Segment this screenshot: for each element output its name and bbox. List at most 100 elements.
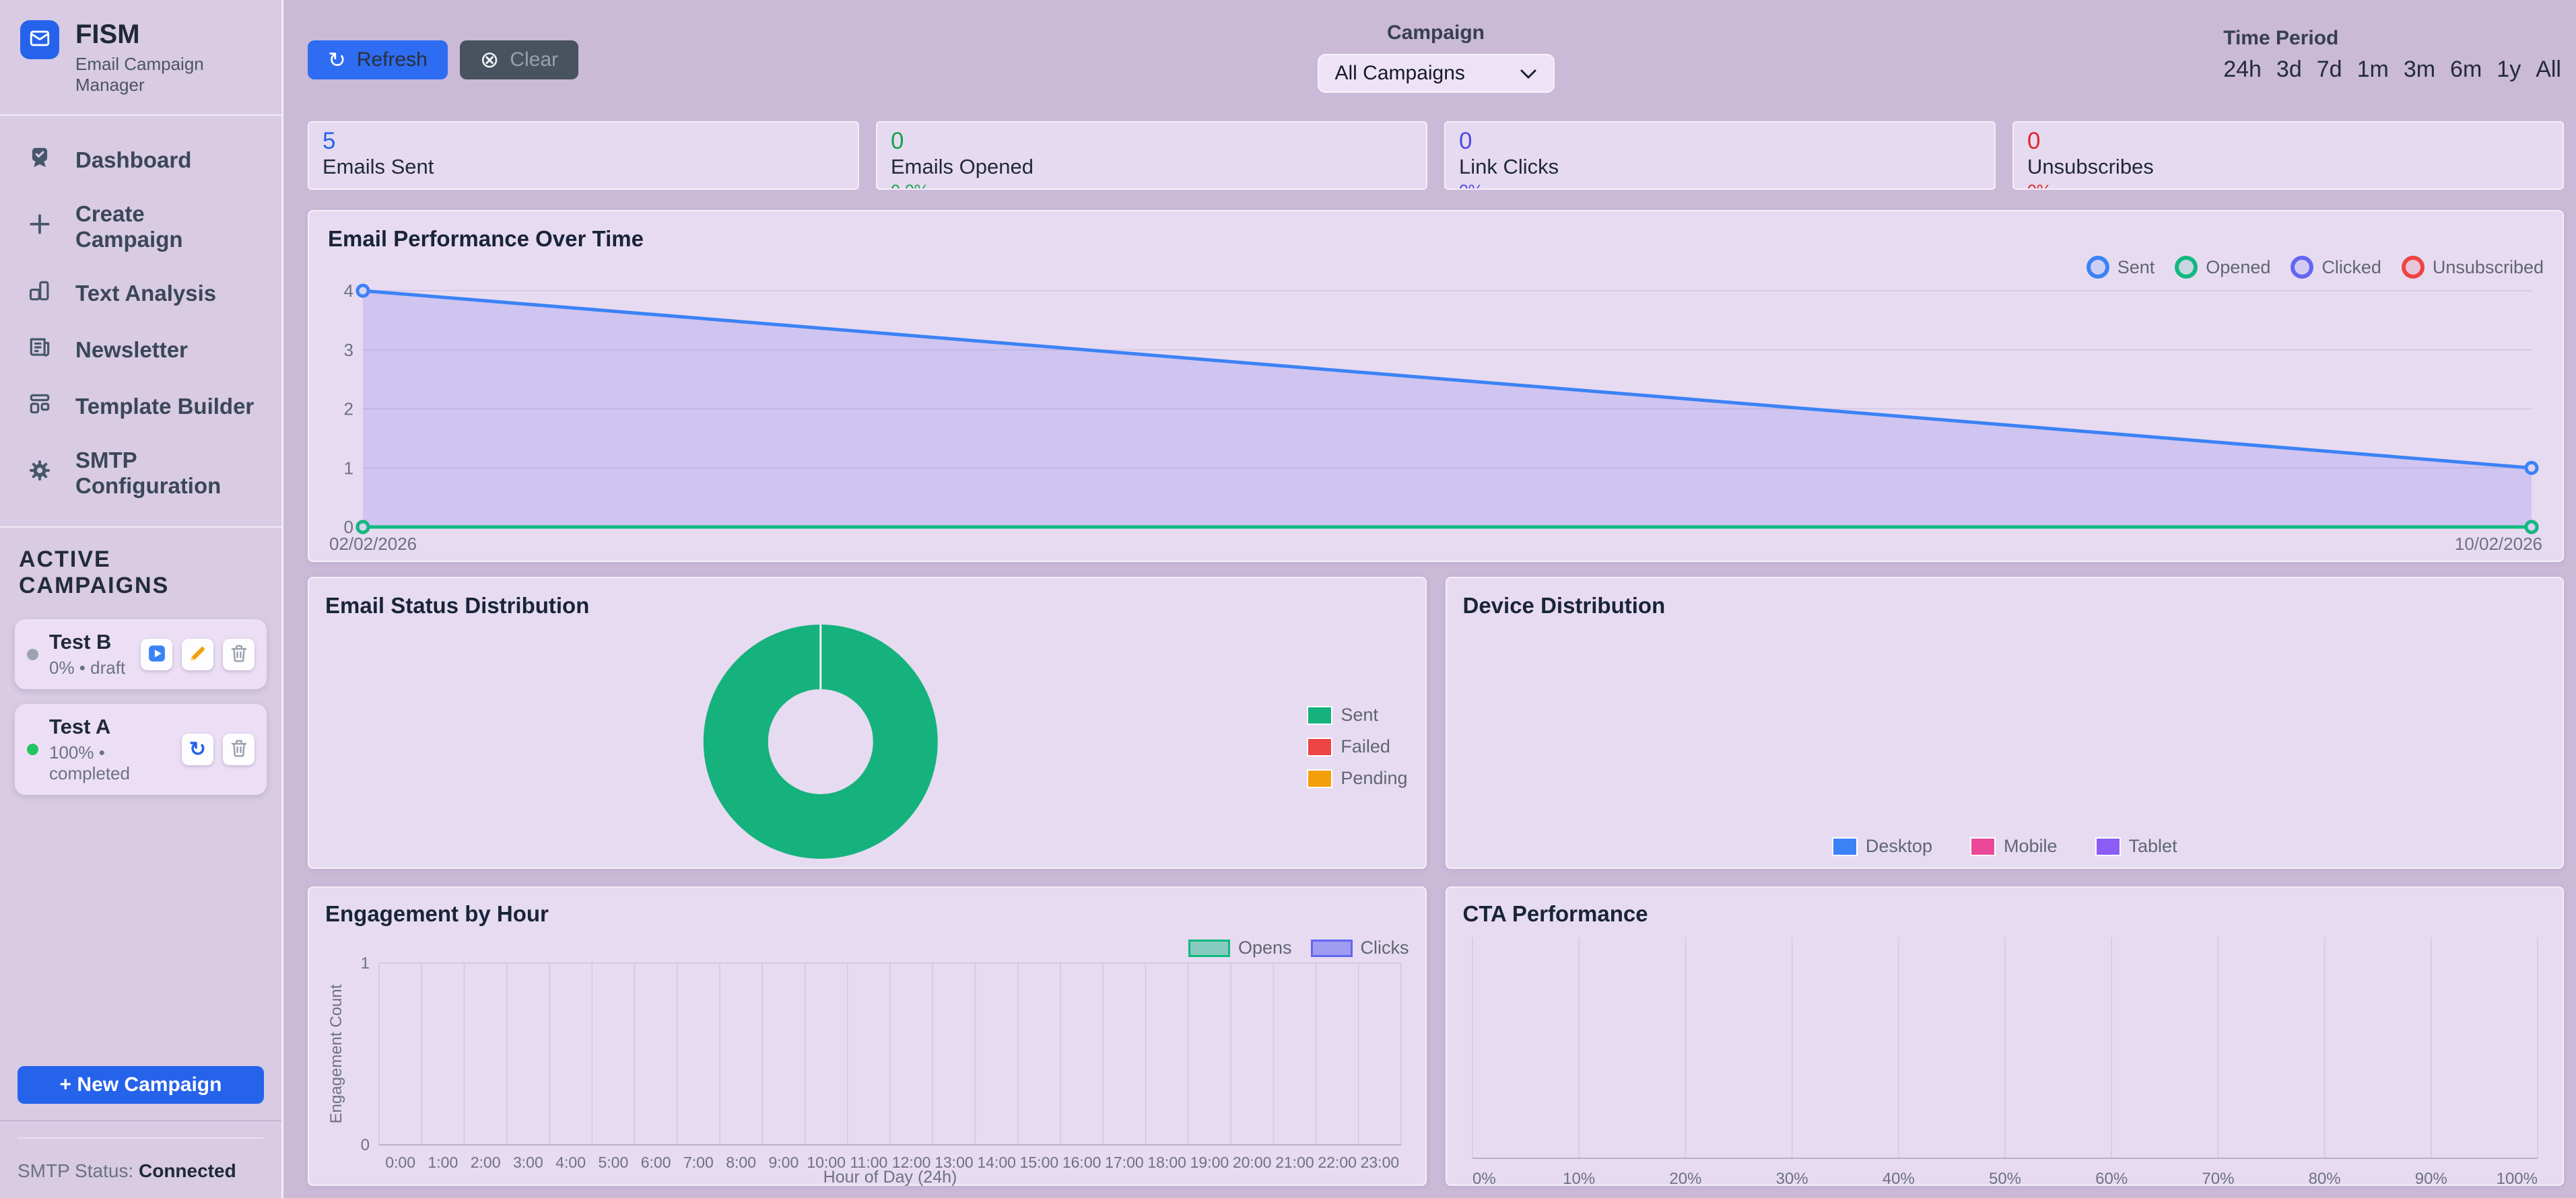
campaign-status-dot: [27, 649, 38, 660]
stat-percent: 0.0%: [891, 183, 1413, 190]
edit-campaign-button[interactable]: [182, 639, 213, 670]
clear-label: Clear: [510, 48, 558, 71]
time-period-1y[interactable]: 1y: [2497, 57, 2521, 83]
cta-chart[interactable]: 0%10%20%30%40%50%60%70%80%90%100%: [1463, 932, 2547, 1196]
axis-tick-label: 0:00: [385, 1154, 415, 1171]
chevron-down-icon: [1520, 62, 1537, 85]
axis-tick-label: 19:00: [1190, 1154, 1229, 1171]
time-period-filter: Time Period 24h 3d 7d 1m 3m 6m 1y All: [2223, 27, 2561, 83]
clear-button[interactable]: ⊗ Clear: [460, 40, 578, 79]
time-period-buttons: 24h 3d 7d 1m 3m 6m 1y All: [2223, 57, 2561, 83]
time-period-6m[interactable]: 6m: [2450, 57, 2482, 83]
axis-tick-label: 02/02/2026: [329, 534, 417, 554]
legend-swatch: [1307, 769, 1332, 788]
new-campaign-button[interactable]: + New Campaign: [18, 1066, 264, 1104]
legend-unsubscribed[interactable]: Unsubscribed: [2402, 256, 2544, 279]
axis-tick-label: 15:00: [1020, 1154, 1059, 1171]
sidebar-item-create-campaign[interactable]: Create Campaign: [0, 188, 281, 265]
engagement-legend: Opens Clicks: [1188, 938, 1409, 958]
legend-opened[interactable]: Opened: [2175, 256, 2270, 279]
edit-icon: [188, 643, 208, 666]
time-period-label: Time Period: [2223, 27, 2561, 50]
axis-tick-label: 4: [344, 283, 353, 301]
legend-sent[interactable]: Sent: [1307, 705, 1378, 726]
legend-mobile[interactable]: Mobile: [1970, 836, 2058, 857]
time-period-7d[interactable]: 7d: [2317, 57, 2342, 83]
time-period-24h[interactable]: 24h: [2223, 57, 2262, 83]
envelope-icon: [28, 27, 51, 53]
app-logo: [20, 20, 59, 59]
sidebar-footer: SMTP Status: Connected: [0, 1120, 281, 1198]
legend-failed[interactable]: Failed: [1307, 736, 1390, 757]
axis-tick-label: 22:00: [1318, 1154, 1357, 1171]
performance-chart[interactable]: 0123402/02/202610/02/2026: [328, 283, 2544, 555]
stat-value: 0: [2027, 129, 2549, 154]
legend-clicks[interactable]: Clicks: [1311, 938, 1409, 958]
device-chart-area[interactable]: [1463, 619, 2547, 820]
sidebar-item-label: Newsletter: [75, 337, 188, 363]
axis-tick-label: 18:00: [1147, 1154, 1186, 1171]
campaign-name: Test A: [49, 715, 171, 739]
engagement-by-hour-card: Engagement by Hour Opens Clicks 100:001:0…: [308, 886, 1427, 1186]
campaign-card-test-a[interactable]: Test A 100% • completed ↻: [15, 704, 267, 795]
axis-tick-label: 14:00: [977, 1154, 1016, 1171]
delete-campaign-button[interactable]: [223, 639, 255, 670]
sidebar-item-newsletter[interactable]: Newsletter: [0, 322, 281, 378]
stat-card-emails-opened: 0 Emails Opened 0.0%: [876, 121, 1427, 190]
status-donut-chart[interactable]: [325, 623, 1409, 861]
performance-legend: Sent Opened Clicked Unsubscribed: [2087, 256, 2544, 279]
axis-tick-label: 3:00: [513, 1154, 543, 1171]
legend-opens[interactable]: Opens: [1188, 938, 1292, 958]
time-period-3m[interactable]: 3m: [2404, 57, 2435, 83]
chart-title: Email Performance Over Time: [328, 226, 2544, 252]
axis-tick-label: 21:00: [1275, 1154, 1314, 1171]
sidebar-item-smtp-configuration[interactable]: SMTP Configuration: [0, 435, 281, 512]
engagement-chart[interactable]: 100:001:002:003:004:005:006:007:008:009:…: [325, 932, 1409, 1188]
smtp-status: SMTP Status: Connected: [18, 1160, 264, 1182]
sidebar-item-template-builder[interactable]: Template Builder: [0, 378, 281, 435]
axis-tick-label: 16:00: [1062, 1154, 1101, 1171]
axis-tick-label: 10%: [1563, 1170, 1595, 1188]
stat-percent: 0%: [1459, 183, 1981, 190]
legend-pending[interactable]: Pending: [1307, 768, 1407, 789]
campaign-status-dot: [27, 744, 38, 755]
axis-tick-label: 70%: [2202, 1170, 2234, 1188]
stat-value: 5: [323, 129, 844, 154]
legend-label: Sent: [2117, 257, 2155, 278]
axis-tick-label: 40%: [1882, 1170, 1914, 1188]
legend-label: Opened: [2206, 257, 2270, 278]
legend-desktop[interactable]: Desktop: [1832, 836, 1932, 857]
campaign-select[interactable]: All Campaigns: [1318, 54, 1555, 93]
app-subtitle: Email Campaign Manager: [75, 54, 261, 96]
legend-clicked[interactable]: Clicked: [2291, 256, 2381, 279]
legend-sent[interactable]: Sent: [2087, 256, 2155, 279]
campaign-filter-label: Campaign: [1318, 22, 1555, 44]
time-period-1m[interactable]: 1m: [2357, 57, 2389, 83]
legend-swatch: [2087, 256, 2109, 279]
campaign-select-value: All Campaigns: [1335, 62, 1465, 85]
legend-label: Desktop: [1866, 836, 1932, 857]
sidebar: FISM Email Campaign Manager Dashboard Cr…: [0, 0, 283, 1198]
app-title-block: FISM Email Campaign Manager: [75, 20, 261, 96]
sidebar-item-dashboard[interactable]: Dashboard: [0, 132, 281, 188]
time-period-all[interactable]: All: [2536, 57, 2561, 83]
sidebar-item-text-analysis[interactable]: Text Analysis: [0, 265, 281, 322]
refresh-button[interactable]: ↻ Refresh: [308, 40, 448, 79]
restart-campaign-button[interactable]: ↻: [182, 734, 213, 765]
campaign-card-test-b[interactable]: Test B 0% • draft: [15, 619, 267, 689]
stats-row: 5 Emails Sent 0 Emails Opened 0.0% 0 Lin…: [308, 121, 2564, 190]
legend-tablet[interactable]: Tablet: [2095, 836, 2177, 857]
stat-value: 0: [891, 129, 1413, 154]
play-campaign-button[interactable]: [141, 639, 172, 670]
campaign-filter: Campaign All Campaigns: [1318, 22, 1555, 93]
campaign-info: Test A 100% • completed: [49, 715, 171, 784]
chart-title: Engagement by Hour: [325, 901, 1409, 927]
sidebar-item-label: SMTP Configuration: [75, 448, 255, 499]
legend-swatch: [1188, 940, 1230, 957]
legend-label: Failed: [1341, 736, 1390, 757]
axis-tick-label: 60%: [2095, 1170, 2128, 1188]
time-period-3d[interactable]: 3d: [2276, 57, 2302, 83]
axis-tick-label: 100%: [2496, 1170, 2537, 1188]
delete-campaign-button[interactable]: [223, 734, 255, 765]
campaign-info: Test B 0% • draft: [49, 630, 130, 678]
